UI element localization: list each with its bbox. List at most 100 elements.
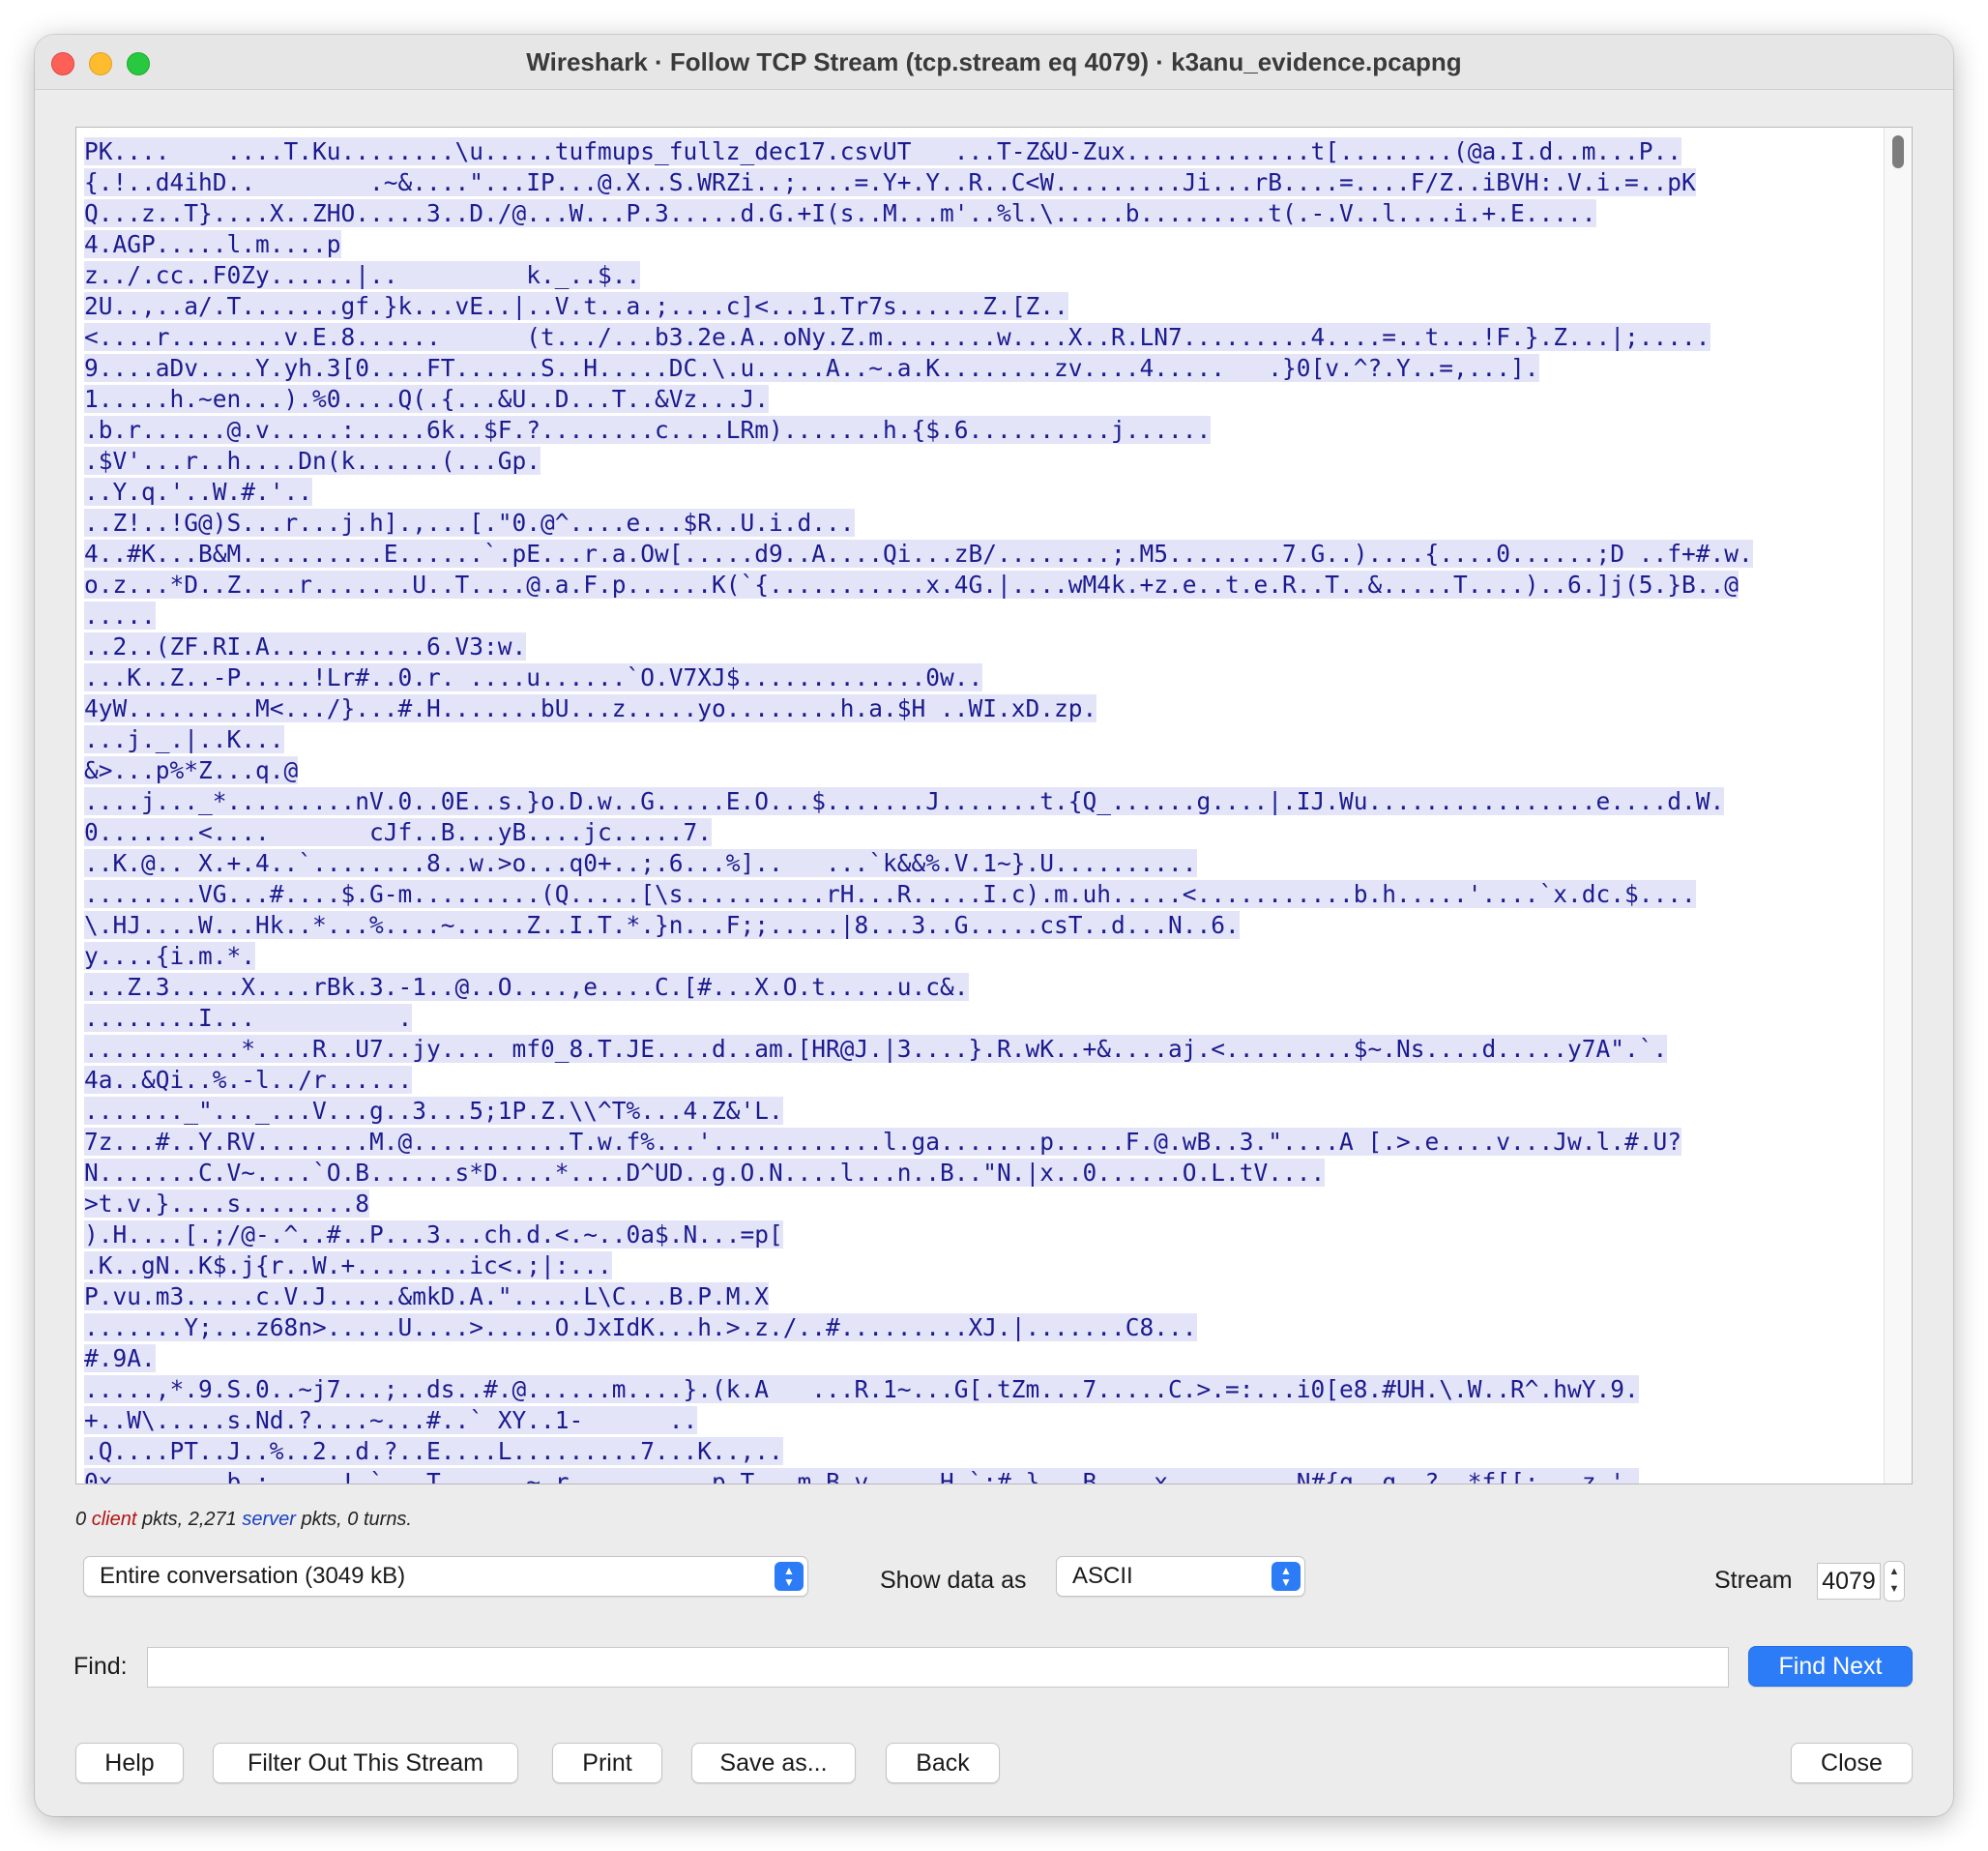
help-button[interactable]: Help	[75, 1743, 184, 1783]
window-title: Wireshark · Follow TCP Stream (tcp.strea…	[526, 47, 1462, 76]
stream-line[interactable]: Q...z..T}....X..ZHO.....3..D./@...W...P.…	[84, 198, 1873, 229]
stream-line[interactable]: +..W\.....s.Nd.?....~...#..` XY..1- ..	[84, 1405, 1873, 1436]
stream-line[interactable]: .......Y;...z68n>.....U....>.....O.JxIdK…	[84, 1312, 1873, 1343]
print-button[interactable]: Print	[552, 1743, 662, 1783]
stream-line[interactable]: ..Z!..!G@)S...r...j.h].,...[."0.@^....e.…	[84, 508, 1873, 539]
stream-line-text: .$V'...r..h....Dn(k......(...Gp.	[84, 447, 541, 475]
stream-line[interactable]: P.vu.m3.....c.V.J.....&mkD.A.".....L\C..…	[84, 1281, 1873, 1312]
stream-line-text: ........I... .	[84, 1004, 413, 1032]
stream-line[interactable]: 2U..,..a/.T.......gf.}k...vE..|..V.t..a.…	[84, 291, 1873, 322]
back-button[interactable]: Back	[886, 1743, 1000, 1783]
stream-decrement-icon[interactable]: ▼	[1885, 1583, 1904, 1595]
stream-line[interactable]: 4a..&Qi..%.-l../r......	[84, 1065, 1873, 1096]
stream-line[interactable]: ...j._.|..K...	[84, 724, 1873, 755]
stream-line[interactable]: .K..gN..K$.j{r..W.+........ic<.;|:...	[84, 1250, 1873, 1281]
stream-line-text: 2U..,..a/.T.......gf.}k...vE..|..V.t..a.…	[84, 292, 1068, 320]
stream-line-text: .Q....PT..J..%..2..d.?..E....L.........7…	[84, 1437, 783, 1465]
stream-line[interactable]: ..K.@.. X.+.4..`........8..w.>o...q0+..;…	[84, 848, 1873, 879]
stream-line-text: ...........*....R..U7..jy.... mf0_8.T.JE…	[84, 1035, 1668, 1063]
stream-line[interactable]: o.z...*D..Z....r.......U..T....@.a.F.p..…	[84, 570, 1873, 601]
title-bar[interactable]: Wireshark · Follow TCP Stream (tcp.strea…	[35, 35, 1953, 90]
stream-line[interactable]: .....,*.9.S.0..~j7...;..ds..#.@......m..…	[84, 1374, 1873, 1405]
stream-line-text: 9....aDv....Y.yh.3[0....FT......S..H....…	[84, 354, 1539, 382]
stream-line[interactable]: 0.......<.... cJf..B...yB....jc.....7.	[84, 817, 1873, 848]
stats-end-text: pkts, 0 turns.	[301, 1509, 413, 1530]
stream-line[interactable]: ..2..(ZF.RI.A...........6.V3:w.	[84, 632, 1873, 662]
stream-line[interactable]: ...........*....R..U7..jy.... mf0_8.T.JE…	[84, 1034, 1873, 1065]
select-arrows-icon: ▲ ▼	[1272, 1562, 1301, 1591]
stream-line[interactable]: ...K..Z..-P.....!Lr#..0.r. ....u......`O…	[84, 662, 1873, 693]
stream-line[interactable]: PK.... ....T.Ku........\u.....tufmups_fu…	[84, 136, 1873, 167]
stream-line-text: .b.r......@.v.....:.....6k..$F.?........…	[84, 416, 1212, 444]
stream-line-text: .....,*.9.S.0..~j7...;..ds..#.@......m..…	[84, 1375, 1639, 1403]
stream-line-text: N.......C.V~....`O.B......s*D....*....D^…	[84, 1159, 1326, 1187]
stream-line-text: \.HJ....W...Hk..*...%....~.....Z..I.T.*.…	[84, 911, 1240, 939]
stream-line-text: .......Y;...z68n>.....U....>.....O.JxIdK…	[84, 1313, 1197, 1341]
stream-text[interactable]: PK.... ....T.Ku........\u.....tufmups_fu…	[84, 136, 1873, 1484]
stream-line[interactable]: 4yW.........M<.../}...#.H.......bU...z..…	[84, 693, 1873, 724]
stream-line-text: P.vu.m3.....c.V.J.....&mkD.A.".....L\C..…	[84, 1282, 770, 1310]
stream-line[interactable]: 7z...#..Y.RV........M.@...........T.w.f%…	[84, 1127, 1873, 1158]
stream-label: Stream	[1714, 1567, 1793, 1594]
stream-line-text: 7z...#..Y.RV........M.@...........T.w.f%…	[84, 1128, 1682, 1156]
stream-line[interactable]: 4.AGP.....l.m....p	[84, 229, 1873, 260]
select-arrows-icon: ▲ ▼	[775, 1562, 804, 1591]
close-button[interactable]: Close	[1791, 1743, 1913, 1783]
stream-line[interactable]: z../.cc..F0Zy......|.. k._..$..	[84, 260, 1873, 291]
stream-line-text: 0x........b.:.....!.`...T......~.r......…	[84, 1468, 1639, 1484]
stream-line-text: y....{i.m.*.	[84, 942, 256, 970]
stream-line[interactable]: >t.v.}....s........8	[84, 1189, 1873, 1219]
stream-line-text: ..Z!..!G@)S...r...j.h].,...[."0.@^....e.…	[84, 509, 855, 537]
stream-line[interactable]: {.!..d4ihD.. .~&...."...IP...@.X..S.WRZi…	[84, 167, 1873, 198]
stats-middle-text: pkts, 2,271	[141, 1509, 237, 1530]
stream-line[interactable]: .$V'...r..h....Dn(k......(...Gp.	[84, 446, 1873, 477]
stream-line[interactable]: 4..#K...B&M..........E......`.pE...r.a.O…	[84, 539, 1873, 570]
stream-line[interactable]: ...Z.3.....X....rBk.3.-1..@..O....,e....…	[84, 972, 1873, 1003]
stream-line-text: .K..gN..K$.j{r..W.+........ic<.;|:...	[84, 1251, 612, 1279]
stream-line-text: ...K..Z..-P.....!Lr#..0.r. ....u......`O…	[84, 663, 983, 691]
stream-line[interactable]: ........VG...#....$.G-m.........(Q.....[…	[84, 879, 1873, 910]
stream-increment-icon[interactable]: ▲	[1885, 1566, 1904, 1577]
vertical-scrollbar[interactable]	[1884, 128, 1912, 1484]
stream-line[interactable]: ....j..._*.........nV.0..0E..s.}o.D.w..G…	[84, 786, 1873, 817]
stream-line[interactable]: N.......C.V~....`O.B......s*D....*....D^…	[84, 1158, 1873, 1189]
stream-line[interactable]: y....{i.m.*.	[84, 941, 1873, 972]
stream-line[interactable]: &>...p%*Z...q.@	[84, 755, 1873, 786]
stream-number-field[interactable]: 4079	[1817, 1563, 1881, 1600]
stream-line-text: 1.....h.~en...).%0....Q(.{...&U..D...T..…	[84, 385, 770, 413]
filter-out-stream-button[interactable]: Filter Out This Stream	[213, 1743, 518, 1783]
show-data-as-select[interactable]: ASCII ▲ ▼	[1056, 1556, 1305, 1597]
stream-line[interactable]: .....	[84, 601, 1873, 632]
save-as-button[interactable]: Save as...	[691, 1743, 856, 1783]
follow-stream-window: Wireshark · Follow TCP Stream (tcp.strea…	[35, 35, 1953, 1816]
stream-content-area[interactable]: PK.... ....T.Ku........\u.....tufmups_fu…	[75, 127, 1913, 1484]
stream-line[interactable]: ......._"..._...V...g..3...5;1P.Z.\\^T%.…	[84, 1096, 1873, 1127]
client-packet-count: 0	[75, 1509, 87, 1530]
find-label: Find:	[73, 1653, 128, 1680]
stream-line-text: ........VG...#....$.G-m.........(Q.....[…	[84, 880, 1696, 908]
stream-line[interactable]: .Q....PT..J..%..2..d.?..E....L.........7…	[84, 1436, 1873, 1467]
stream-line[interactable]: .b.r......@.v.....:.....6k..$F.?........…	[84, 415, 1873, 446]
stream-line-text: 4a..&Qi..%.-l../r......	[84, 1066, 413, 1094]
scrollbar-thumb[interactable]	[1892, 135, 1904, 168]
stream-line[interactable]: <....r........v.E.8...... (t.../...b3.2e…	[84, 322, 1873, 353]
stream-line[interactable]: 0x........b.:.....!.`...T......~.r......…	[84, 1467, 1873, 1484]
stream-line[interactable]: #.9A.	[84, 1343, 1873, 1374]
conversation-direction-select[interactable]: Entire conversation (3049 kB) ▲ ▼	[83, 1556, 808, 1597]
stream-line-text: ..2..(ZF.RI.A...........6.V3:w.	[84, 632, 527, 661]
stream-line[interactable]: 9....aDv....Y.yh.3[0....FT......S..H....…	[84, 353, 1873, 384]
stream-line-text: 4yW.........M<.../}...#.H.......bU...z..…	[84, 694, 1097, 722]
stream-line[interactable]: ).H....[.;/@-.^..#..P...3...ch.d.<.~..0a…	[84, 1219, 1873, 1250]
stream-line[interactable]: ........I... .	[84, 1003, 1873, 1034]
stream-line[interactable]: \.HJ....W...Hk..*...%....~.....Z..I.T.*.…	[84, 910, 1873, 941]
stream-line-text: o.z...*D..Z....r.......U..T....@.a.F.p..…	[84, 571, 1740, 599]
stream-line-text: ...Z.3.....X....rBk.3.-1..@..O....,e....…	[84, 973, 969, 1001]
stream-stats: 0 client pkts, 2,271 server pkts, 0 turn…	[75, 1509, 412, 1531]
stream-stepper[interactable]: ▲ ▼	[1884, 1561, 1905, 1601]
stream-line-text: ....j..._*.........nV.0..0E..s.}o.D.w..G…	[84, 787, 1725, 815]
stream-line-text: Q...z..T}....X..ZHO.....3..D./@...W...P.…	[84, 199, 1596, 227]
find-input[interactable]	[147, 1647, 1729, 1688]
find-next-button[interactable]: Find Next	[1748, 1646, 1913, 1687]
stream-line[interactable]: 1.....h.~en...).%0....Q(.{...&U..D...T..…	[84, 384, 1873, 415]
stream-line[interactable]: ..Y.q.'..W.#.'..	[84, 477, 1873, 508]
